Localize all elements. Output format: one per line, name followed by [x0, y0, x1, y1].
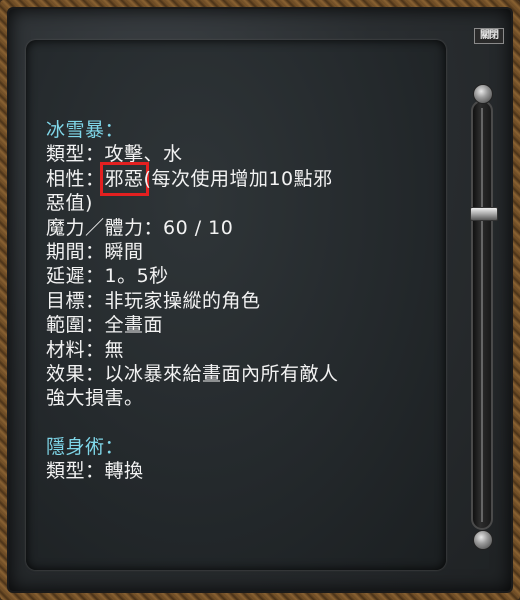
spell-effect-cont: 強大損害。 [46, 387, 144, 410]
affinity-note-cont: 惡值) [46, 192, 93, 215]
spell-title-blizzard: 冰雪暴： [46, 119, 125, 141]
scrollbar-thumb[interactable] [470, 207, 498, 221]
spell-material: 材料：無 [46, 338, 125, 361]
scroll-up-button[interactable] [473, 84, 493, 104]
spell-delay: 延遲：1。5秒 [46, 265, 169, 288]
spell-affinity: 相性：邪惡(每次使用增加10點邪 [46, 161, 441, 197]
scrollbar-rail [481, 108, 483, 522]
spell-duration: 期間：瞬間 [46, 241, 144, 264]
scroll-down-button[interactable] [473, 530, 493, 550]
affinity-value-highlight: 邪惡 [99, 161, 149, 197]
spell-type: 類型：攻擊、水 [46, 143, 183, 166]
spell-effect: 效果：以冰暴來給畫面內所有敵人 [46, 363, 339, 386]
close-button[interactable]: 關閉 [474, 28, 504, 44]
spell2-type: 類型：轉換 [46, 460, 144, 483]
spell-target: 目標：非玩家操縱的角色 [46, 289, 261, 312]
spell-cost: 魔力／體力：60 / 10 [46, 216, 234, 239]
affinity-note: (每次使用增加10點邪 [143, 167, 333, 190]
affinity-label: 相性： [46, 167, 105, 190]
spell-range: 範圍：全畫面 [46, 314, 164, 337]
spell-description: 冰雪暴： 類型：攻擊、水 相性：邪惡(每次使用增加10點邪 惡值) 魔力／體力：… [46, 118, 441, 484]
spell-title-invisibility: 隱身術： [46, 435, 125, 458]
